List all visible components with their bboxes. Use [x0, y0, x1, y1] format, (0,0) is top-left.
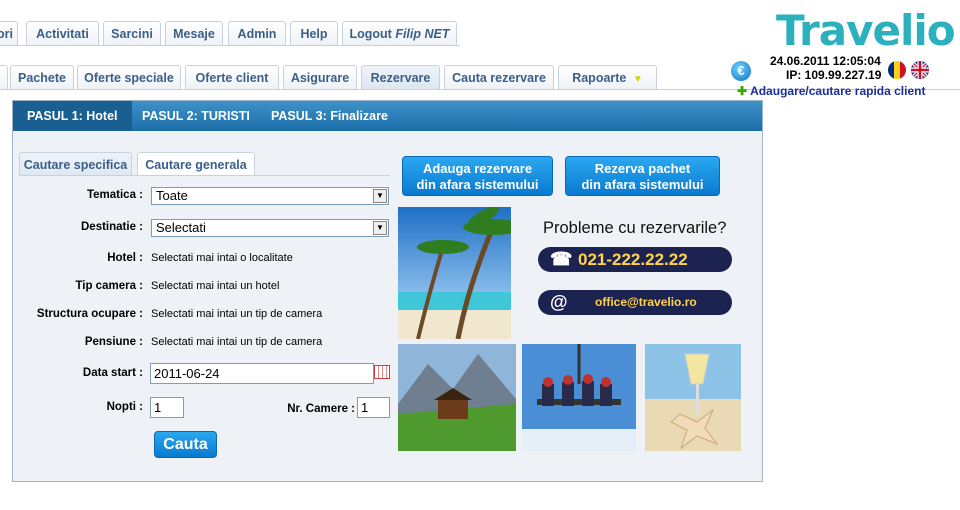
phone-icon: ☎: [550, 249, 573, 269]
tip-camera-value: Selectati mai intai un hotel: [151, 280, 280, 292]
nav-tab-pachete[interactable]: Pachete: [10, 65, 74, 89]
subtab-line: [19, 175, 390, 176]
step-turisti[interactable]: PASUL 2: TURISTI: [142, 101, 250, 131]
datetime: 24.06.2011 12:05:04: [770, 54, 881, 68]
ip-address: IP: 109.99.227.19: [786, 68, 882, 82]
add-external-reservation-button[interactable]: Adauga rezervare din afara sistemului: [402, 156, 553, 196]
nav-tab-edge: [0, 65, 8, 89]
quick-client-link[interactable]: ✚ Adaugare/cautare rapida client: [737, 84, 925, 98]
travelio-logo: Travelio: [776, 6, 956, 55]
nav-tab-oferte-speciale[interactable]: Oferte speciale: [77, 65, 181, 89]
booking-panel: PASUL 1: Hotel PASUL 2: TURISTI PASUL 3:…: [12, 100, 763, 482]
uk-flag-icon[interactable]: [911, 61, 929, 79]
reserve-package-button[interactable]: Rezerva pachet din afara sistemului: [565, 156, 720, 196]
chevron-down-icon: ▼: [373, 189, 387, 203]
tip-camera-label: Tip camera :: [75, 280, 143, 292]
destinatie-select[interactable]: Selectati ▼: [151, 219, 389, 237]
starfish-drink-photo: [645, 344, 741, 451]
tab-cautare-specifica[interactable]: Cautare specifica: [19, 152, 132, 176]
nav-tab-admin[interactable]: Admin: [228, 21, 286, 45]
beach-palm-photo: [398, 207, 511, 339]
nav-tab-mesaje[interactable]: Mesaje: [165, 21, 223, 45]
nav-tab-truncated[interactable]: ori: [0, 21, 18, 45]
mountain-chalet-photo: [398, 344, 516, 451]
camere-input[interactable]: 1: [357, 397, 390, 418]
euro-currency-icon[interactable]: €: [731, 61, 751, 81]
tematica-label: Tematica :: [86, 189, 143, 201]
ski-lift-photo: [522, 344, 636, 451]
nav-tab-asigurare[interactable]: Asigurare: [283, 65, 357, 89]
pensiune-label: Pensiune :: [84, 336, 143, 348]
nav-tab-logout[interactable]: Logout Filip NET: [342, 21, 457, 45]
data-start-input[interactable]: 2011-06-24: [150, 363, 374, 384]
nav-tab-cauta-rezervare[interactable]: Cauta rezervare: [444, 65, 554, 89]
nav-tab-oferte-client[interactable]: Oferte client: [185, 65, 279, 89]
dropdown-arrow-icon: ▼: [632, 74, 643, 85]
data-start-label: Data start :: [82, 367, 143, 379]
structura-value: Selectati mai intai un tip de camera: [151, 308, 323, 320]
hotel-value: Selectati mai intai o localitate: [151, 252, 293, 264]
romanian-flag-icon[interactable]: [888, 61, 906, 79]
at-sign-icon: @: [550, 292, 568, 312]
plus-icon: ✚: [737, 84, 748, 98]
tematica-select[interactable]: Toate ▼: [151, 187, 389, 205]
nav-tab-activitati[interactable]: Activitati: [26, 21, 99, 45]
support-phone: ☎ 021-222.22.22: [538, 247, 732, 272]
step-hotel[interactable]: PASUL 1: Hotel: [13, 101, 132, 131]
nopti-input[interactable]: 1: [150, 397, 184, 418]
hotel-label: Hotel :: [107, 252, 143, 264]
search-button[interactable]: Cauta: [154, 431, 217, 458]
nav-tab-rapoarte[interactable]: Rapoarte ▼: [558, 65, 657, 89]
steps-bar: PASUL 1: Hotel PASUL 2: TURISTI PASUL 3:…: [13, 101, 762, 131]
nopti-label: Nopti :: [106, 401, 143, 413]
support-email[interactable]: @ office@travelio.ro: [538, 290, 732, 315]
nav-tab-rezervare[interactable]: Rezervare: [361, 65, 440, 89]
structura-label: Structura ocupare :: [36, 308, 143, 320]
camere-label: Nr. Camere :: [287, 403, 355, 415]
destinatie-label: Destinatie :: [81, 221, 143, 233]
nav-tab-help[interactable]: Help: [290, 21, 338, 45]
pensiune-value: Selectati mai intai un tip de camera: [151, 336, 323, 348]
step-finalizare[interactable]: PASUL 3: Finalizare: [271, 101, 388, 131]
support-title: Probleme cu rezervarile?: [543, 219, 727, 237]
nav-tab-sarcini[interactable]: Sarcini: [103, 21, 161, 45]
chevron-down-icon: ▼: [373, 221, 387, 235]
tab-cautare-generala[interactable]: Cautare generala: [137, 152, 255, 176]
calendar-icon[interactable]: [374, 365, 390, 379]
